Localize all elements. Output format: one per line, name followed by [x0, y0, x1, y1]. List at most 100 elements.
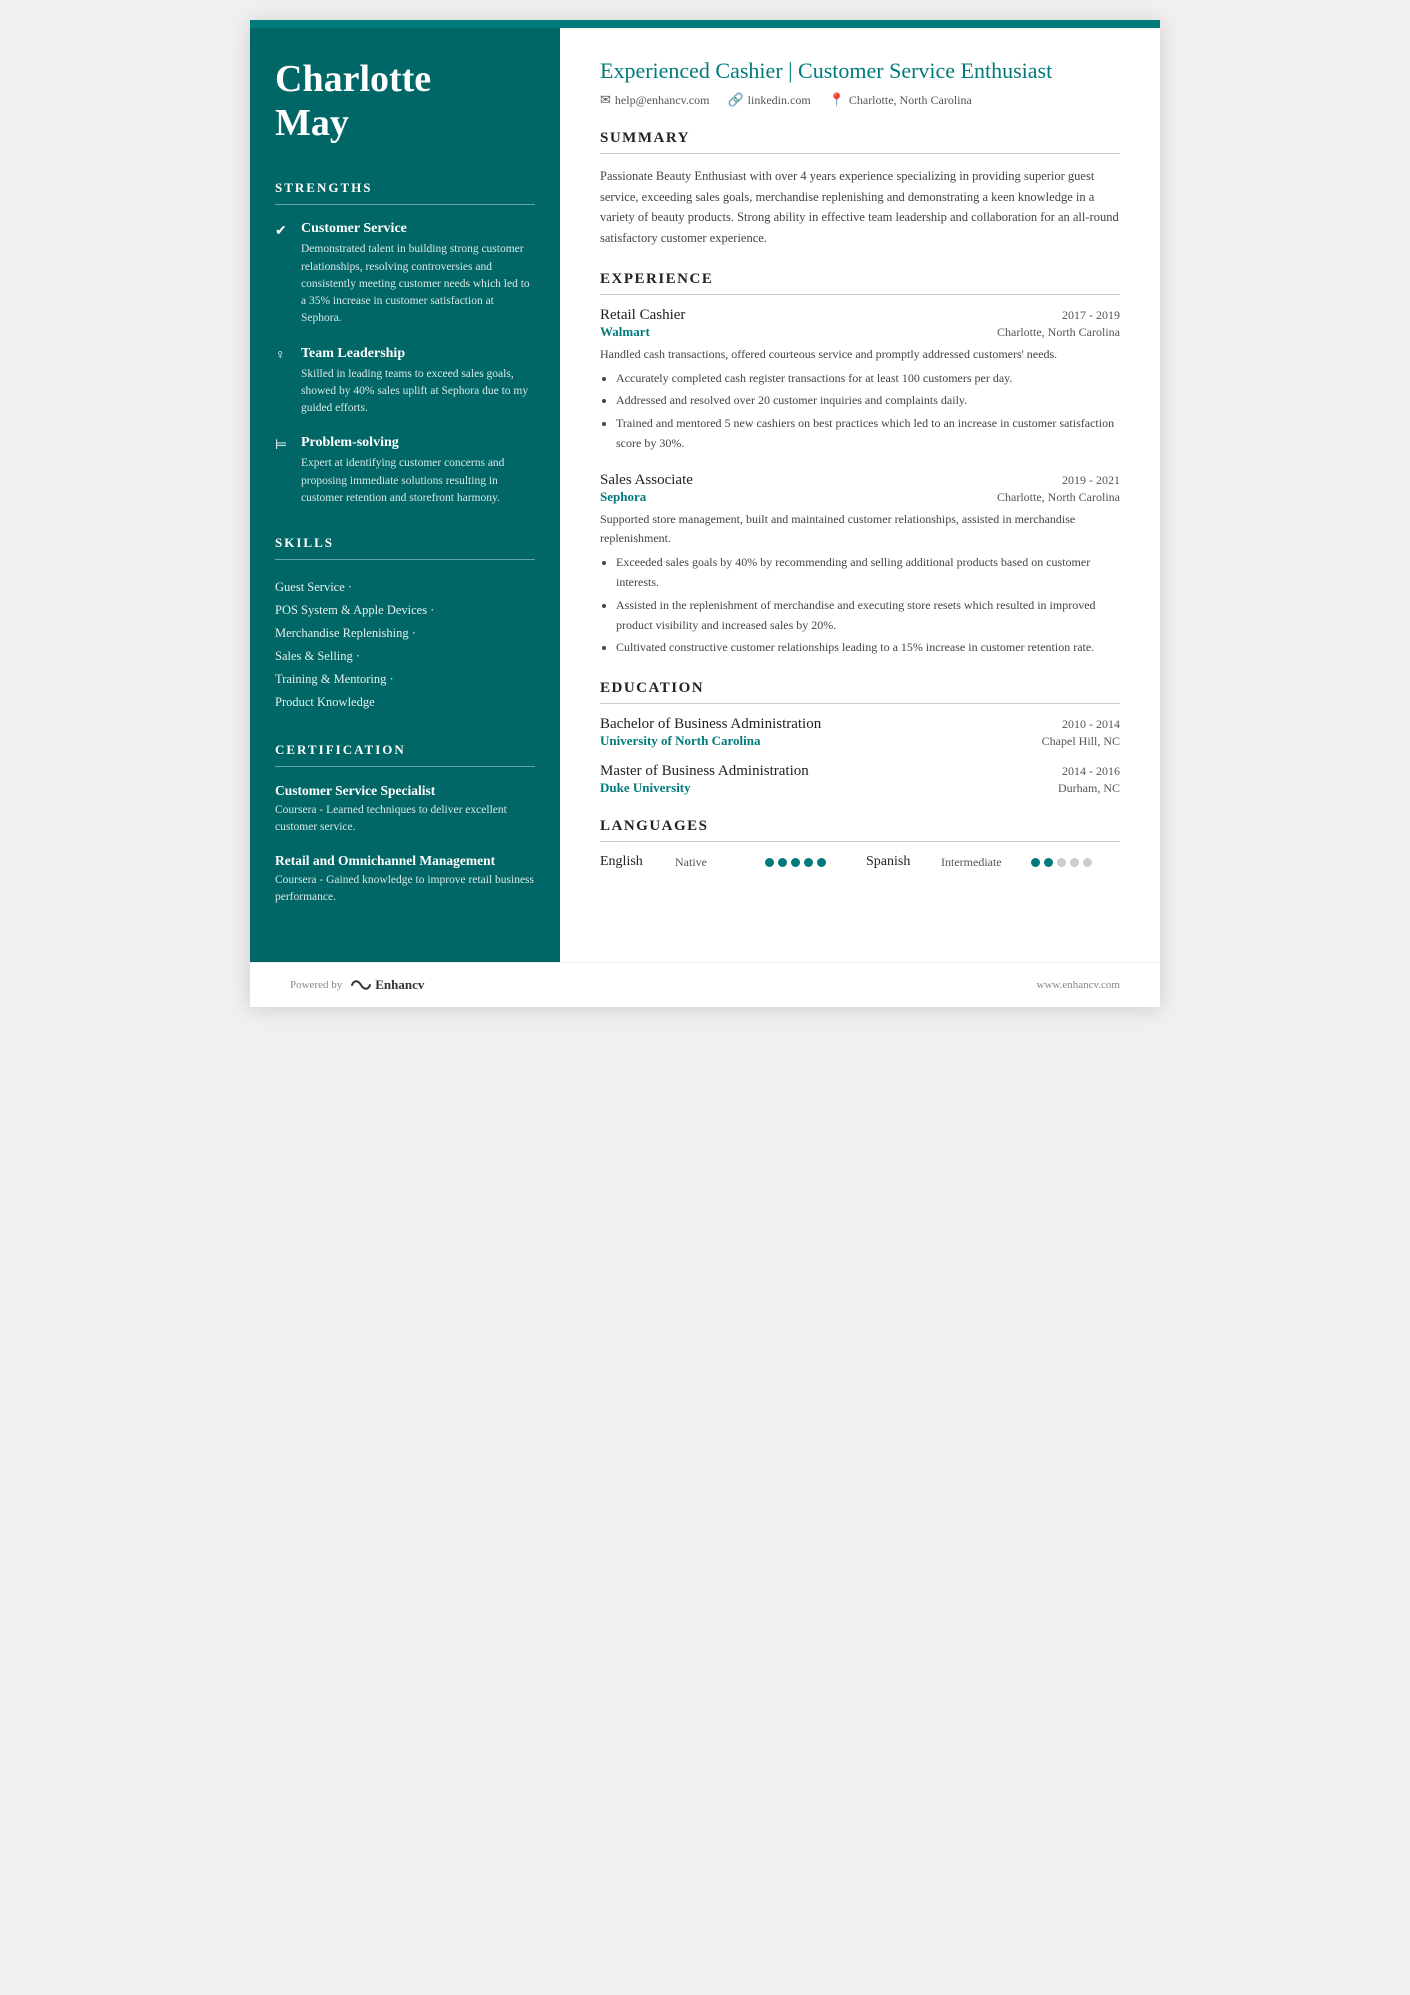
cert-title-2: Retail and Omnichannel Management: [275, 853, 535, 869]
contact-email: ✉ help@enhancv.com: [600, 92, 709, 108]
exp-bullet-1-3: Trained and mentored 5 new cashiers on b…: [616, 414, 1120, 454]
strength-desc-1: Demonstrated talent in building strong c…: [301, 241, 535, 327]
edu-school-1: University of North Carolina: [600, 733, 760, 749]
footer: Powered by Enhancv www.enhancv.com: [250, 962, 1160, 1007]
skills-list: Guest Service · POS System & Apple Devic…: [275, 576, 535, 714]
contact-linkedin: 🔗 linkedin.com: [727, 92, 810, 108]
strength-title-3: Problem-solving: [301, 435, 535, 451]
problem-icon: ⊨: [275, 437, 291, 507]
edu-entry-2: Master of Business Administration 2014 -…: [600, 763, 1120, 796]
email-text: help@enhancv.com: [615, 93, 710, 108]
exp-bullet-1-1: Accurately completed cash register trans…: [616, 369, 1120, 389]
experience-divider: [600, 294, 1120, 295]
exp-header-2: Sales Associate 2019 - 2021: [600, 472, 1120, 489]
cert-desc-1: Coursera - Learned techniques to deliver…: [275, 802, 535, 837]
exp-bullet-2-3: Cultivated constructive customer relatio…: [616, 638, 1120, 658]
exp-desc-1: Handled cash transactions, offered court…: [600, 345, 1120, 364]
cert-1: Customer Service Specialist Coursera - L…: [275, 783, 535, 837]
strengths-divider: [275, 204, 535, 205]
resume-wrapper: Charlotte May STRENGTHS ✔ Customer Servi…: [250, 20, 1160, 1007]
top-bar: [250, 20, 1160, 28]
summary-title: SUMMARY: [600, 130, 1120, 147]
experience-title: EXPERIENCE: [600, 271, 1120, 288]
edu-dates-1: 2010 - 2014: [1062, 717, 1120, 732]
skill-2: POS System & Apple Devices ·: [275, 599, 535, 622]
languages-row: English Native Spanish Intermediate: [600, 854, 1120, 870]
brand-name: Enhancv: [375, 977, 424, 993]
exp-subrow-1: Walmart Charlotte, North Carolina: [600, 324, 1120, 340]
lang-spanish-level: Intermediate: [941, 855, 1021, 870]
strength-desc-3: Expert at identifying customer concerns …: [301, 455, 535, 507]
exp-location-1: Charlotte, North Carolina: [997, 325, 1120, 340]
exp-entry-1: Retail Cashier 2017 - 2019 Walmart Charl…: [600, 307, 1120, 454]
logo-svg: [350, 978, 372, 992]
exp-bullets-2: Exceeded sales goals by 40% by recommend…: [600, 553, 1120, 658]
team-icon: ♀: [275, 348, 291, 418]
strength-desc-2: Skilled in leading teams to exceed sales…: [301, 366, 535, 418]
exp-entry-2: Sales Associate 2019 - 2021 Sephora Char…: [600, 472, 1120, 658]
cert-2: Retail and Omnichannel Management Course…: [275, 853, 535, 907]
dot-s2: [1044, 858, 1053, 867]
dot-s1: [1031, 858, 1040, 867]
edu-degree-2: Master of Business Administration: [600, 763, 809, 780]
cert-section-title: CERTIFICATION: [275, 742, 535, 758]
link-icon: 🔗: [727, 92, 743, 108]
edu-subrow-1: University of North Carolina Chapel Hill…: [600, 733, 1120, 749]
exp-location-2: Charlotte, North Carolina: [997, 490, 1120, 505]
candidate-name: Charlotte May: [275, 58, 535, 145]
strength-item-3: ⊨ Problem-solving Expert at identifying …: [275, 435, 535, 507]
powered-by-text: Powered by: [290, 979, 342, 991]
dot-s4: [1070, 858, 1079, 867]
cert-title-1: Customer Service Specialist: [275, 783, 535, 799]
checkmark-icon: ✔: [275, 223, 291, 327]
skill-6: Product Knowledge: [275, 691, 535, 714]
languages-title: LANGUAGES: [600, 818, 1120, 835]
strength-item-1: ✔ Customer Service Demonstrated talent i…: [275, 221, 535, 327]
edu-header-2: Master of Business Administration 2014 -…: [600, 763, 1120, 780]
main-header: Experienced Cashier | Customer Service E…: [600, 58, 1120, 108]
exp-dates-1: 2017 - 2019: [1062, 308, 1120, 323]
linkedin-text: linkedin.com: [748, 93, 811, 108]
summary-divider: [600, 153, 1120, 154]
lang-spanish-dots: [1031, 858, 1092, 867]
exp-bullet-2-2: Assisted in the replenishment of merchan…: [616, 596, 1120, 636]
exp-title-2: Sales Associate: [600, 472, 693, 489]
lang-english-name: English: [600, 854, 665, 870]
exp-header-1: Retail Cashier 2017 - 2019: [600, 307, 1120, 324]
strengths-list: ✔ Customer Service Demonstrated talent i…: [275, 221, 535, 507]
skills-section-title: SKILLS: [275, 535, 535, 551]
exp-subrow-2: Sephora Charlotte, North Carolina: [600, 489, 1120, 505]
strength-title-1: Customer Service: [301, 221, 535, 237]
dot-e3: [791, 858, 800, 867]
dot-e1: [765, 858, 774, 867]
strengths-section-title: STRENGTHS: [275, 180, 535, 196]
exp-bullets-1: Accurately completed cash register trans…: [600, 369, 1120, 454]
dot-e4: [804, 858, 813, 867]
cert-divider: [275, 766, 535, 767]
strength-item-2: ♀ Team Leadership Skilled in leading tea…: [275, 346, 535, 418]
resume-body: Charlotte May STRENGTHS ✔ Customer Servi…: [250, 28, 1160, 962]
enhancv-logo: Enhancv: [350, 977, 424, 993]
lang-english-level: Native: [675, 855, 755, 870]
skill-1: Guest Service ·: [275, 576, 535, 599]
languages-divider: [600, 841, 1120, 842]
dot-s3: [1057, 858, 1066, 867]
lang-english: English Native: [600, 854, 826, 870]
exp-bullet-1-2: Addressed and resolved over 20 customer …: [616, 391, 1120, 411]
skill-4: Sales & Selling ·: [275, 645, 535, 668]
edu-header-1: Bachelor of Business Administration 2010…: [600, 716, 1120, 733]
certs-list: Customer Service Specialist Coursera - L…: [275, 783, 535, 906]
strength-title-2: Team Leadership: [301, 346, 535, 362]
email-icon: ✉: [600, 92, 611, 108]
cert-desc-2: Coursera - Gained knowledge to improve r…: [275, 872, 535, 907]
edu-location-2: Durham, NC: [1058, 781, 1120, 796]
exp-company-1: Walmart: [600, 324, 650, 340]
skill-3: Merchandise Replenishing ·: [275, 622, 535, 645]
dot-e2: [778, 858, 787, 867]
contact-location: 📍 Charlotte, North Carolina: [829, 92, 972, 108]
dot-e5: [817, 858, 826, 867]
skills-divider: [275, 559, 535, 560]
summary-text: Passionate Beauty Enthusiast with over 4…: [600, 166, 1120, 249]
skill-5: Training & Mentoring ·: [275, 668, 535, 691]
contacts-row: ✉ help@enhancv.com 🔗 linkedin.com 📍 Char…: [600, 92, 1120, 108]
